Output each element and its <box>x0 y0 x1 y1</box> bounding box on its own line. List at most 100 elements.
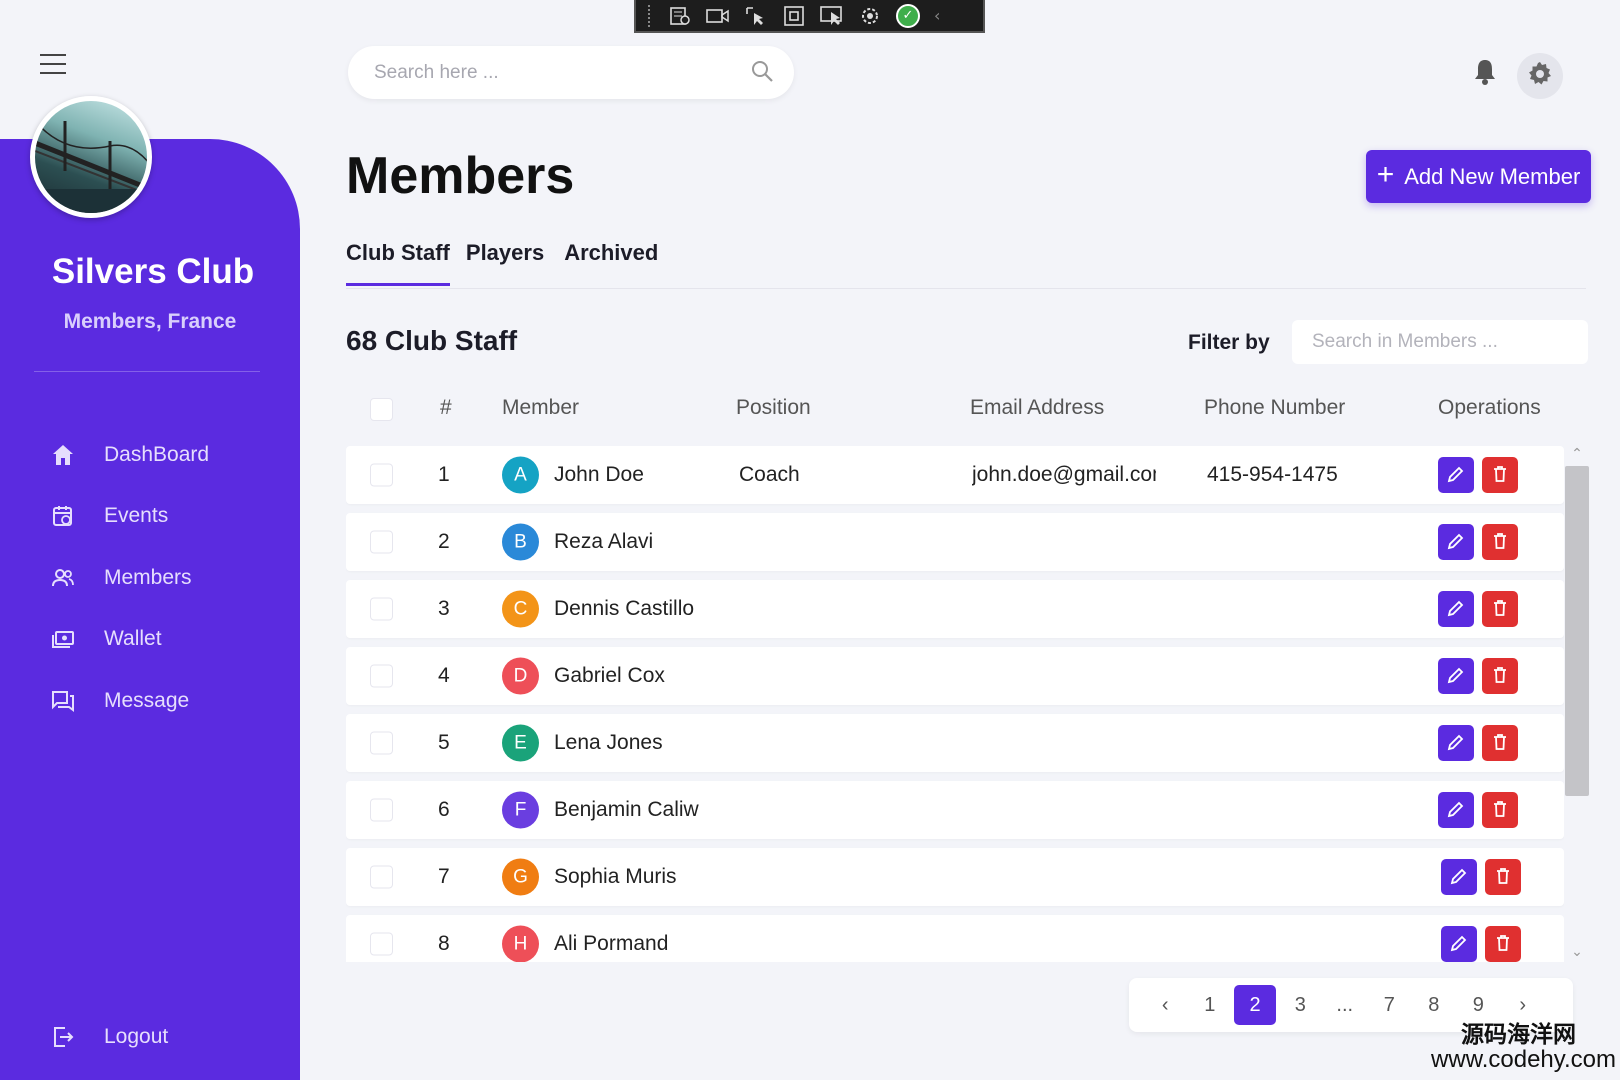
club-avatar <box>30 96 152 218</box>
edit-button[interactable] <box>1438 658 1474 694</box>
edit-button[interactable] <box>1441 926 1477 962</box>
pencil-icon <box>1447 666 1465 687</box>
column-header-position[interactable]: Position <box>736 396 811 420</box>
pencil-icon <box>1447 465 1465 486</box>
add-member-button[interactable]: + Add New Member <box>1366 150 1591 203</box>
trash-icon <box>1492 599 1508 620</box>
search-input[interactable] <box>374 61 750 84</box>
table-row[interactable]: 4 D Gabriel Cox <box>346 647 1564 705</box>
member-phone: 415-954-1475 <box>1207 463 1338 486</box>
logout-button[interactable]: Logout <box>50 1006 168 1068</box>
delete-button[interactable] <box>1485 859 1521 895</box>
sidebar-item-label: DashBoard <box>104 442 210 466</box>
page-button[interactable]: 8 <box>1412 994 1457 1017</box>
row-checkbox[interactable] <box>370 597 393 621</box>
delete-button[interactable] <box>1482 792 1518 828</box>
row-checkbox[interactable] <box>370 664 393 688</box>
region-capture-icon[interactable] <box>668 6 692 26</box>
confirm-icon[interactable]: ✓ <box>896 3 920 28</box>
avatar: H <box>502 925 539 962</box>
row-number: 5 <box>438 731 450 754</box>
scrollbar-thumb[interactable] <box>1565 466 1589 796</box>
watermark-url: www.codehy.com <box>1431 1046 1616 1074</box>
filter-label: Filter by <box>1188 331 1270 354</box>
table-row[interactable]: 6 F Benjamin Caliw <box>346 781 1564 839</box>
calendar-icon <box>50 503 76 529</box>
members-table-body: 1 A John Doe Coach john.doe@gmail.com 41… <box>346 446 1564 962</box>
pencil-icon <box>1447 800 1465 821</box>
row-number: 8 <box>438 932 450 955</box>
page-button-active[interactable]: 2 <box>1234 985 1276 1025</box>
delete-button[interactable] <box>1482 725 1518 761</box>
tab-players[interactable]: Players <box>466 240 544 286</box>
gear-pin-icon[interactable] <box>858 6 882 26</box>
page-ellipsis: ... <box>1336 993 1354 1016</box>
sidebar-item-message[interactable]: Message <box>50 670 209 732</box>
page-button[interactable]: 1 <box>1188 994 1233 1017</box>
edit-button[interactable] <box>1438 524 1474 560</box>
avatar: F <box>502 791 539 829</box>
column-header-member[interactable]: Member <box>502 396 579 420</box>
table-row[interactable]: 2 B Reza Alavi <box>346 513 1564 571</box>
screen-pointer-icon[interactable] <box>820 5 844 26</box>
pencil-icon <box>1450 934 1468 955</box>
delete-button[interactable] <box>1482 591 1518 627</box>
sidebar-item-members[interactable]: Members <box>50 547 209 609</box>
column-header-phone[interactable]: Phone Number <box>1204 396 1345 420</box>
sidebar-item-events[interactable]: Events <box>50 486 209 548</box>
scroll-up-icon[interactable]: ⌃ <box>1564 446 1590 464</box>
sidebar-divider <box>34 371 260 372</box>
edit-button[interactable] <box>1438 792 1474 828</box>
add-member-label: Add New Member <box>1404 163 1581 189</box>
table-row[interactable]: 7 G Sophia Muris <box>346 848 1564 906</box>
sidebar-item-wallet[interactable]: Wallet <box>50 609 209 671</box>
collapse-chevron-icon[interactable]: ‹ <box>934 6 940 25</box>
delete-button[interactable] <box>1482 658 1518 694</box>
filter-input[interactable] <box>1292 320 1588 364</box>
row-checkbox[interactable] <box>370 463 393 487</box>
row-checkbox[interactable] <box>370 530 393 554</box>
bell-icon[interactable] <box>1472 58 1498 86</box>
video-icon[interactable] <box>706 6 730 26</box>
tab-club-staff[interactable]: Club Staff <box>346 240 450 286</box>
member-name: Gabriel Cox <box>554 664 665 687</box>
member-name: Sophia Muris <box>554 865 677 888</box>
edit-button[interactable] <box>1438 725 1474 761</box>
tab-archived[interactable]: Archived <box>564 240 658 286</box>
toolbar-grip[interactable] <box>648 4 654 27</box>
prev-page-button[interactable]: ‹ <box>1143 994 1188 1017</box>
window-capture-icon[interactable] <box>782 5 806 26</box>
table-scrollbar[interactable]: ⌃ ⌄ <box>1564 446 1590 962</box>
edit-button[interactable] <box>1441 859 1477 895</box>
settings-button[interactable] <box>1517 53 1563 99</box>
member-name: Reza Alavi <box>554 530 654 553</box>
row-checkbox[interactable] <box>370 865 393 889</box>
sidebar-item-dashboard[interactable]: DashBoard <box>50 424 209 486</box>
delete-button[interactable] <box>1485 926 1521 962</box>
table-row[interactable]: 8 H Ali Pormand <box>346 915 1564 962</box>
column-header-email[interactable]: Email Address <box>970 396 1104 420</box>
page-button[interactable]: 3 <box>1278 994 1323 1017</box>
delete-button[interactable] <box>1482 524 1518 560</box>
page-button[interactable]: 7 <box>1367 994 1412 1017</box>
watermark-title: 源码海洋网 <box>1461 1021 1576 1047</box>
table-row[interactable]: 1 A John Doe Coach john.doe@gmail.com 41… <box>346 446 1564 504</box>
scroll-down-icon[interactable]: ⌄ <box>1564 944 1590 962</box>
table-row[interactable]: 3 C Dennis Castillo <box>346 580 1564 638</box>
hamburger-menu-icon[interactable] <box>40 54 66 74</box>
row-checkbox[interactable] <box>370 932 393 956</box>
edit-button[interactable] <box>1438 591 1474 627</box>
row-checkbox[interactable] <box>370 798 393 822</box>
delete-button[interactable] <box>1482 457 1518 493</box>
edit-button[interactable] <box>1438 457 1474 493</box>
search-icon[interactable] <box>750 59 774 87</box>
page-button[interactable]: 9 <box>1456 994 1501 1017</box>
table-row[interactable]: 5 E Lena Jones <box>346 714 1564 772</box>
select-all-checkbox[interactable] <box>370 398 393 421</box>
row-checkbox[interactable] <box>370 731 393 755</box>
sidebar-item-label: Members <box>104 565 192 589</box>
next-page-button[interactable]: › <box>1501 994 1546 1017</box>
pointer-select-icon[interactable] <box>744 6 768 26</box>
tabs-divider <box>346 288 1586 289</box>
row-number: 7 <box>438 865 450 888</box>
